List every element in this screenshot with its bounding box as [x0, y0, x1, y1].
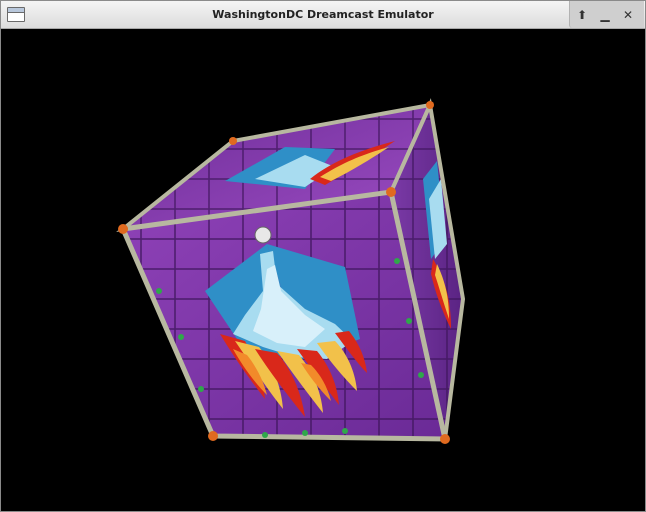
- cube-scene: [116, 98, 466, 444]
- arrow-up-icon: ⬆: [576, 8, 588, 22]
- cube-front-face: [119, 189, 449, 442]
- maximize-button[interactable]: ⬆: [571, 4, 593, 26]
- minimize-button[interactable]: ▁: [594, 4, 616, 26]
- emulator-window: WashingtonDC Dreamcast Emulator ⬆ ▁ ✕: [0, 0, 646, 512]
- title-bar[interactable]: WashingtonDC Dreamcast Emulator ⬆ ▁ ✕: [1, 1, 645, 29]
- window-controls: ⬆ ▁ ✕: [569, 1, 644, 28]
- emulator-viewport[interactable]: [5, 29, 642, 509]
- window-title: WashingtonDC Dreamcast Emulator: [212, 8, 434, 21]
- close-button[interactable]: ✕: [617, 4, 639, 26]
- minimize-icon: ▁: [600, 8, 610, 22]
- close-icon: ✕: [622, 8, 634, 22]
